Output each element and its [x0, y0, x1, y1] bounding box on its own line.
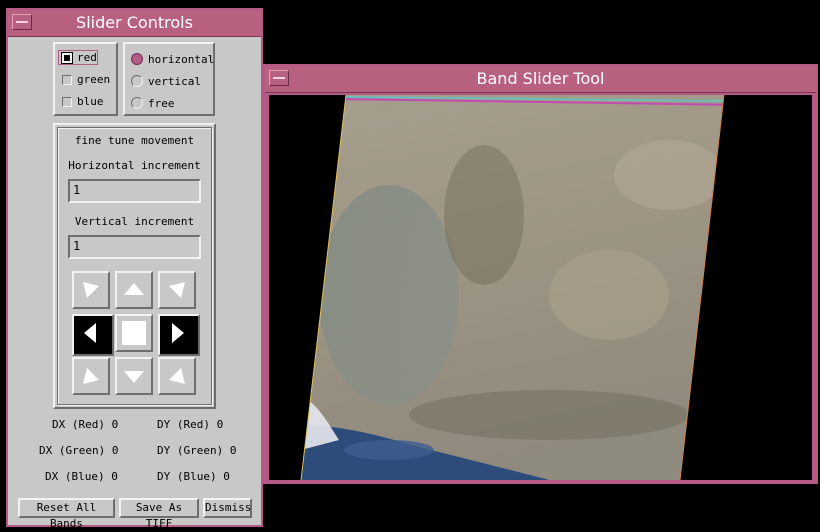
save-as-tiff-button[interactable]: Save As TIFF — [119, 498, 199, 530]
vertical-increment-label: Vertical increment — [74, 215, 195, 228]
move-left-button[interactable] — [72, 314, 114, 356]
move-right-button[interactable] — [158, 314, 200, 356]
arrow-down-right-icon — [169, 368, 185, 384]
satellite-image — [300, 95, 725, 480]
slider-controls-window: Slider Controls red green blue horizonta… — [6, 8, 263, 530]
slider-controls-titlebar[interactable]: Slider Controls — [8, 10, 261, 37]
band-label-blue: blue — [77, 95, 104, 108]
center-button[interactable] — [115, 314, 153, 352]
move-up-left-button[interactable] — [72, 271, 110, 309]
mode-option-free[interactable]: free — [129, 96, 213, 111]
band-option-green[interactable]: green — [58, 72, 113, 87]
reset-all-bands-button[interactable]: Reset All Bands — [18, 498, 115, 530]
arrow-up-right-icon — [169, 282, 185, 298]
mode-option-vertical[interactable]: vertical — [129, 74, 213, 89]
move-up-button[interactable] — [115, 271, 153, 309]
move-down-button[interactable] — [115, 357, 153, 395]
move-down-left-button[interactable] — [72, 357, 110, 395]
dx-blue-label: DX (Blue) 0 — [45, 470, 118, 483]
mode-option-horizontal[interactable]: horizontal — [129, 52, 215, 67]
blue-checkbox-icon[interactable] — [62, 97, 72, 107]
horizontal-increment-input[interactable]: 1 — [68, 179, 201, 203]
center-square-icon — [122, 321, 146, 345]
move-up-right-button[interactable] — [158, 271, 196, 309]
image-canvas[interactable] — [269, 95, 812, 480]
band-label-red: red — [77, 51, 97, 64]
arrow-right-icon — [172, 323, 184, 343]
dx-red-label: DX (Red) 0 — [52, 418, 119, 431]
dy-green-label: DY (Green) 0 — [157, 444, 237, 457]
arrow-down-icon — [124, 371, 144, 383]
arrow-left-icon — [84, 323, 96, 343]
band-option-red[interactable]: red — [58, 50, 98, 65]
window-menu-icon[interactable] — [269, 70, 289, 86]
fine-tune-title: fine tune movement — [74, 134, 195, 147]
vertical-increment-input[interactable]: 1 — [68, 235, 201, 259]
arrow-down-left-icon — [83, 368, 99, 384]
horizontal-radio-icon[interactable] — [131, 53, 143, 65]
mode-label-vertical: vertical — [148, 75, 201, 88]
dx-green-label: DX (Green) 0 — [39, 444, 119, 457]
fine-tune-frame: fine tune movement Horizontal increment … — [53, 123, 216, 409]
mode-label-free: free — [148, 97, 175, 110]
green-checkbox-icon[interactable] — [62, 75, 72, 85]
horizontal-increment-label: Horizontal increment — [68, 159, 201, 172]
window-menu-icon[interactable] — [12, 14, 32, 30]
band-option-blue[interactable]: blue — [58, 94, 113, 109]
window-title: Slider Controls — [76, 13, 193, 32]
window-title: Band Slider Tool — [476, 69, 605, 88]
arrow-up-left-icon — [83, 282, 99, 298]
vertical-radio-icon[interactable] — [131, 75, 143, 87]
red-checkbox-icon[interactable] — [61, 52, 73, 64]
mode-label-horizontal: horizontal — [148, 53, 215, 66]
band-select-group: red green blue — [53, 42, 118, 116]
dy-blue-label: DY (Blue) 0 — [157, 470, 230, 483]
free-radio-icon[interactable] — [131, 97, 143, 109]
band-slider-titlebar[interactable]: Band Slider Tool — [265, 66, 816, 93]
dy-red-label: DY (Red) 0 — [157, 418, 224, 431]
band-slider-window: Band Slider Tool — [263, 64, 818, 484]
arrow-up-icon — [124, 283, 144, 295]
band-label-green: green — [77, 73, 111, 86]
dismiss-button[interactable]: Dismiss — [203, 498, 252, 518]
mode-select-group: horizontal vertical free — [123, 42, 215, 116]
move-down-right-button[interactable] — [158, 357, 196, 395]
